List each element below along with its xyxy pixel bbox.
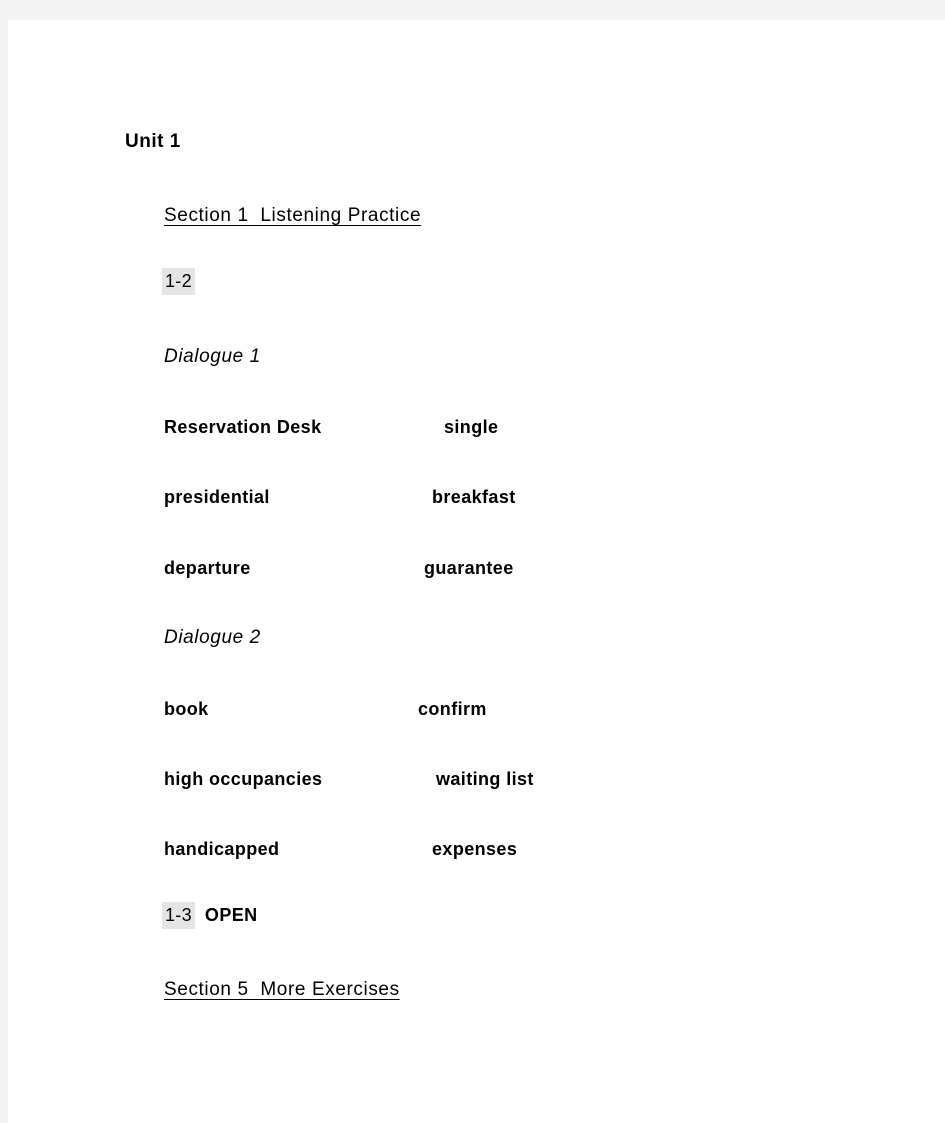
audio-track-marker-1-2: 1-2 bbox=[162, 268, 195, 295]
open-task-label: OPEN bbox=[204, 905, 258, 925]
vocab-word-left: Reservation Desk bbox=[164, 417, 322, 437]
vocab-word-left: handicapped bbox=[164, 839, 280, 859]
document-body: Unit 1 Section 1 Listening Practice 1-2 … bbox=[8, 20, 945, 1123]
section-heading-more-exercises: Section 5 More Exercises bbox=[164, 979, 400, 1000]
vocab-word-left: book bbox=[164, 699, 209, 719]
vocab-word-right: breakfast bbox=[432, 487, 516, 507]
section-heading-listening-practice: Section 1 Listening Practice bbox=[164, 205, 422, 226]
vocab-word-right: confirm bbox=[418, 699, 487, 719]
track-id-label: 1-2 bbox=[162, 268, 195, 295]
vocab-word-left: presidential bbox=[164, 487, 270, 507]
vocab-word-right: guarantee bbox=[424, 558, 514, 578]
vocab-word-right: waiting list bbox=[436, 769, 534, 789]
document-page: Unit 1 Section 1 Listening Practice 1-2 … bbox=[8, 20, 945, 1123]
track-id-label: 1-3 bbox=[162, 902, 195, 929]
vocab-word-right: expenses bbox=[432, 839, 518, 859]
audio-track-marker-1-3: 1-3 OPEN bbox=[162, 902, 258, 929]
vocab-word-left: departure bbox=[164, 558, 251, 578]
vocab-word-right: single bbox=[444, 417, 499, 437]
page-title: Unit 1 bbox=[125, 131, 181, 152]
vocab-word-left: high occupancies bbox=[164, 769, 323, 789]
dialogue-label-1: Dialogue 1 bbox=[164, 346, 261, 367]
dialogue-label-2: Dialogue 2 bbox=[164, 627, 261, 648]
